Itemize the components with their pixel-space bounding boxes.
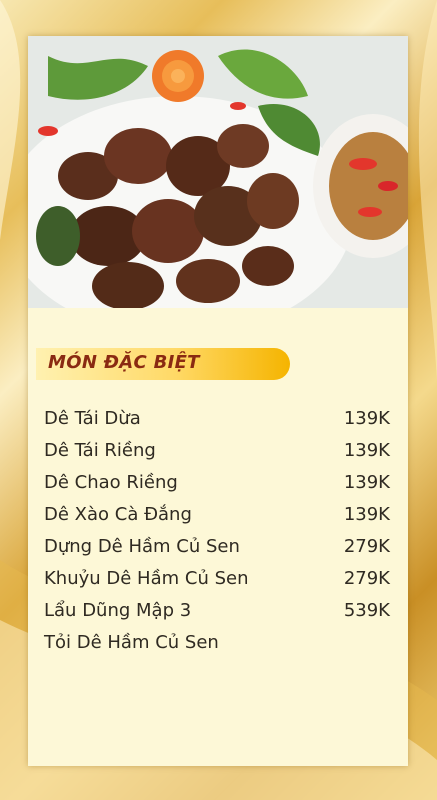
menu-item-name: Dê Tái Dừa bbox=[44, 408, 141, 429]
menu-item-name: Khuỷu Dê Hầm Củ Sen bbox=[44, 568, 249, 589]
menu-item-price: 139K bbox=[343, 472, 390, 493]
menu-item-price: 139K bbox=[343, 440, 390, 461]
menu-item: Khuỷu Dê Hầm Củ Sen 279K bbox=[44, 568, 392, 600]
menu-card: MÓN ĐẶC BIỆT Dê Tái Dừa 139K Dê Tái Riềng 1… bbox=[28, 36, 408, 766]
menu-item-name: Dựng Dê Hầm Củ Sen bbox=[44, 536, 240, 557]
menu-item: Dựng Dê Hầm Củ Sen 279K bbox=[44, 536, 392, 568]
menu-item-price: 279K bbox=[343, 536, 390, 557]
menu-item-name: Lẩu Dũng Mập 3 bbox=[44, 600, 192, 621]
menu-item: Dê Tái Riềng 139K bbox=[44, 440, 392, 472]
menu-item: Dê Tái Dừa 139K bbox=[44, 408, 392, 440]
menu-item: Tỏi Dê Hầm Củ Sen bbox=[44, 632, 392, 664]
section-title: MÓN ĐẶC BIỆT bbox=[48, 352, 200, 373]
menu-item-price: 139K bbox=[343, 504, 390, 525]
menu-item-price: 139K bbox=[343, 408, 390, 429]
menu-item-price: 279K bbox=[343, 568, 390, 589]
menu-item: Lẩu Dũng Mập 3 539K bbox=[44, 600, 392, 632]
menu-item-name: Tỏi Dê Hầm Củ Sen bbox=[44, 632, 219, 653]
menu-list: Dê Tái Dừa 139K Dê Tái Riềng 139K Dê Chao Ri… bbox=[44, 408, 392, 664]
menu-item-price: 539K bbox=[343, 600, 390, 621]
menu-item-name: Dê Chao Riềng bbox=[44, 472, 178, 493]
menu-item: Dê Xào Cà Đắng 139K bbox=[44, 504, 392, 536]
menu-item-name: Dê Xào Cà Đắng bbox=[44, 504, 192, 525]
dish-photo bbox=[28, 36, 408, 308]
menu-item: Dê Chao Riềng 139K bbox=[44, 472, 392, 504]
menu-item-name: Dê Tái Riềng bbox=[44, 440, 156, 461]
